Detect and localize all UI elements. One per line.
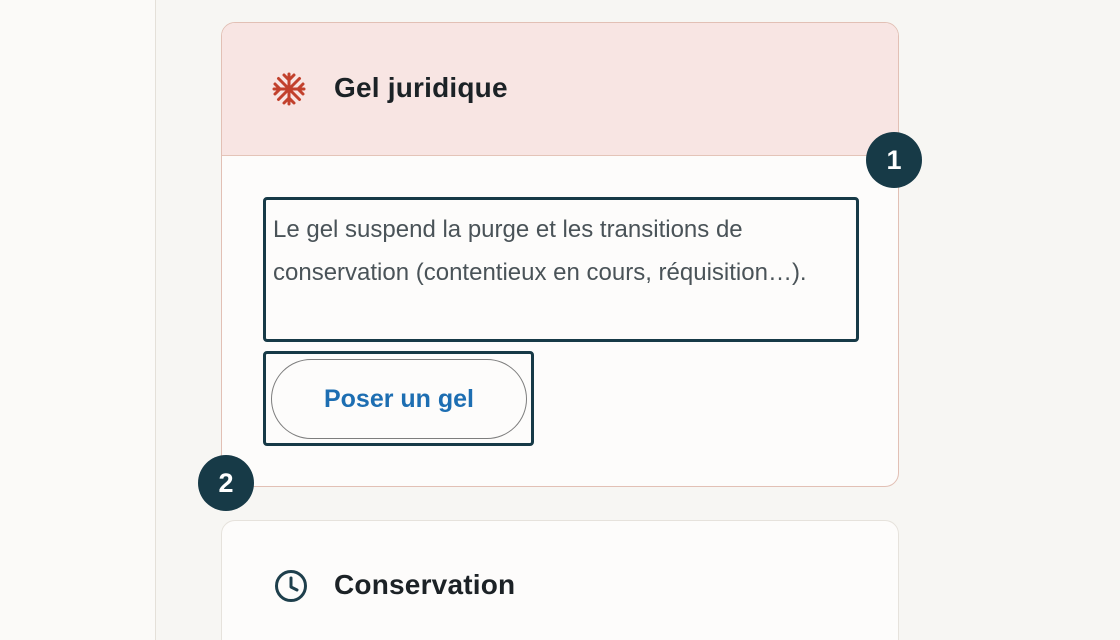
freeze-button-highlight: Poser un gel <box>263 351 534 446</box>
clock-icon <box>275 570 307 602</box>
step-marker-1: 1 <box>866 132 922 188</box>
legal-freeze-description: Le gel suspend la purge et les transitio… <box>263 197 859 342</box>
legal-freeze-card-header <box>222 23 898 156</box>
page: Gel juridique Le gel suspend la purge et… <box>0 0 1120 640</box>
conservation-title: Conservation <box>334 569 516 600</box>
legal-freeze-title: Gel juridique <box>334 72 508 103</box>
snowflake-icon <box>272 72 306 106</box>
apply-freeze-button[interactable]: Poser un gel <box>271 359 527 439</box>
conservation-card: Conservation <box>221 520 899 640</box>
legal-freeze-card: Gel juridique Le gel suspend la purge et… <box>221 22 899 487</box>
legal-freeze-description-text: Le gel suspend la purge et les transitio… <box>273 216 807 286</box>
step-marker-2: 2 <box>198 455 254 511</box>
left-panel <box>0 0 156 640</box>
